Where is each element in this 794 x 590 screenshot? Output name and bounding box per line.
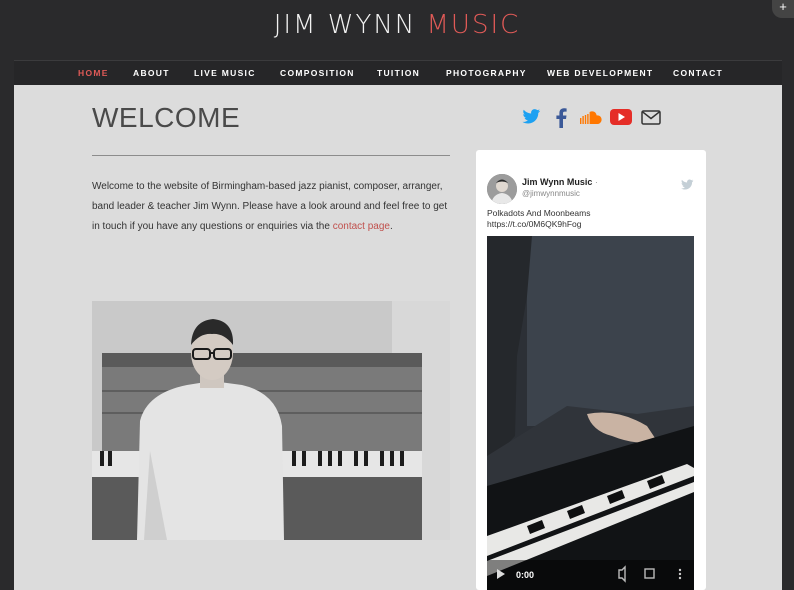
nav-item-live-music[interactable]: LIVE MUSIC bbox=[194, 68, 256, 78]
nav-item-photography[interactable]: PHOTOGRAPHY bbox=[446, 68, 527, 78]
main-nav: HOME ABOUT LIVE MUSIC COMPOSITION TUITIO… bbox=[14, 60, 782, 85]
nav-item-composition[interactable]: COMPOSITION bbox=[280, 68, 355, 78]
tweet-link[interactable]: https://t.co/0M6QK9hFog bbox=[487, 219, 590, 230]
logo-name: JIM WYNN bbox=[273, 10, 417, 40]
site-header: JIM WYNN MUSIC + bbox=[0, 0, 794, 60]
nav-item-web-development[interactable]: WEB DEVELOPMENT bbox=[547, 68, 653, 78]
tweet-handle[interactable]: @jimwynnmusic bbox=[522, 189, 580, 198]
twitter-bird-icon[interactable] bbox=[680, 178, 694, 196]
site-logo[interactable]: JIM WYNN MUSIC bbox=[0, 10, 794, 40]
logo-music: MUSIC bbox=[426, 10, 521, 40]
youtube-icon[interactable] bbox=[610, 108, 632, 126]
title-divider bbox=[92, 155, 450, 156]
contact-page-link[interactable]: contact page bbox=[333, 221, 390, 232]
video-time: 0:00 bbox=[516, 570, 535, 580]
tweet-video[interactable] bbox=[487, 236, 694, 590]
email-icon[interactable] bbox=[641, 108, 661, 126]
nav-item-contact[interactable]: CONTACT bbox=[673, 68, 723, 78]
twitter-icon[interactable] bbox=[521, 108, 541, 126]
facebook-icon[interactable] bbox=[555, 108, 567, 128]
tweet-author-name: Jim Wynn Music bbox=[522, 177, 593, 187]
avatar[interactable] bbox=[487, 174, 517, 204]
intro-end: . bbox=[389, 221, 393, 232]
nav-item-tuition[interactable]: TUITION bbox=[377, 68, 420, 78]
tweet-text-line: Polkadots And Moonbeams bbox=[487, 208, 591, 218]
intro-paragraph: Welcome to the website of Birmingham-bas… bbox=[92, 177, 454, 237]
tweet-separator: · bbox=[594, 177, 598, 187]
nav-item-home[interactable]: HOME bbox=[78, 68, 109, 78]
intro-text: Welcome to the website of Birmingham-bas… bbox=[92, 181, 448, 232]
tweet-text: Polkadots And Moonbeams https://t.co/0M6… bbox=[487, 208, 590, 230]
tweet-author[interactable]: Jim Wynn Music · bbox=[522, 177, 598, 187]
soundcloud-icon[interactable] bbox=[580, 108, 602, 126]
plus-icon[interactable]: + bbox=[772, 0, 794, 18]
nav-item-about[interactable]: ABOUT bbox=[133, 68, 170, 78]
jim-at-piano-photo bbox=[92, 301, 450, 540]
page-title: WELCOME bbox=[92, 102, 241, 133]
